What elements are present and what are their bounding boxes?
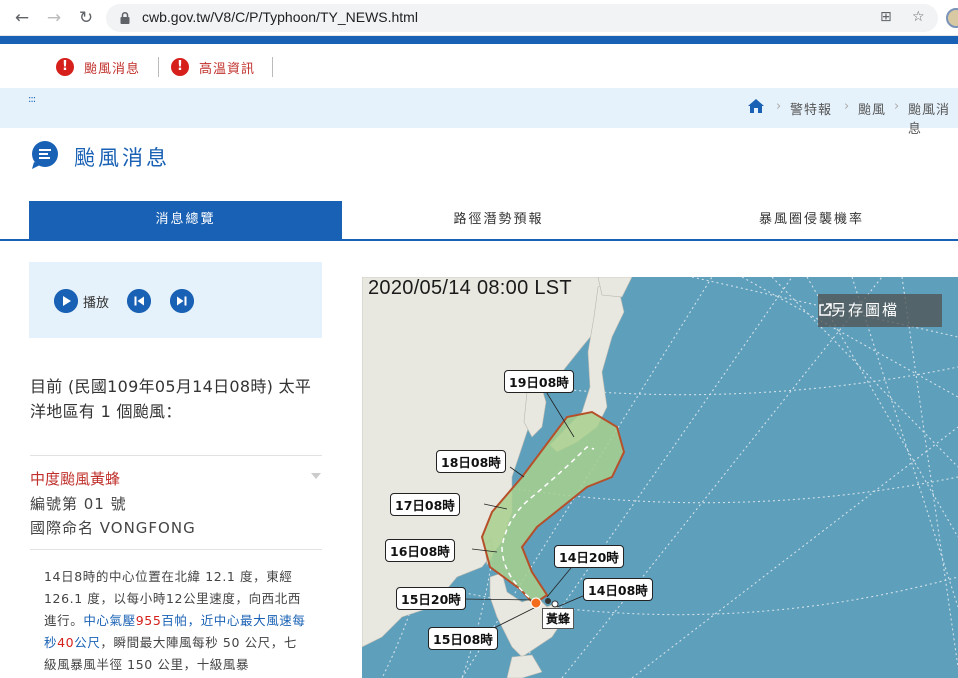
chevron-right-icon: ›: [776, 99, 782, 114]
track-label: 15日08時: [428, 627, 498, 650]
lock-icon: [120, 11, 130, 24]
play-icon[interactable]: [54, 289, 78, 313]
tab-bar: 消息總覽 路徑潛勢預報 暴風圈侵襲機率: [0, 201, 958, 241]
divider: [158, 57, 159, 77]
track-label: 16日08時: [385, 539, 455, 562]
track-label: 14日20時: [554, 545, 624, 568]
typhoon-map-label: 黃蜂: [542, 608, 575, 629]
map-canvas: [362, 277, 958, 678]
animation-player: 播放: [29, 262, 322, 338]
breadcrumb-bar: ::: › 警特報 › 颱風 › 颱風消息: [0, 88, 958, 137]
alert-bar: ! 颱風消息 ! 高溫資訊: [0, 44, 958, 88]
alert-label: 高溫資訊: [199, 61, 256, 77]
typhoon-number: 編號第 01 號: [30, 495, 127, 513]
warning-icon: !: [56, 58, 74, 76]
map-timestamp: 2020/05/14 08:00 LST: [368, 277, 572, 299]
address-bar[interactable]: cwb.gov.tw/V8/C/P/Typhoon/TY_NEWS.html ⊞…: [106, 4, 938, 32]
chevron-right-icon: ›: [844, 99, 850, 114]
typhoon-description: 14日8時的中心位置在北緯 12.1 度，東經 126.1 度，以每小時12公里…: [44, 566, 310, 676]
current-summary: 目前 (民國109年05月14日08時) 太平洋地區有 1 個颱風：: [30, 377, 312, 421]
track-label: 19日08時: [504, 370, 574, 393]
desc-pressure-unit: 百帕: [161, 613, 188, 628]
desc-pressure-value: 955: [135, 613, 162, 628]
chevron-right-icon: ›: [894, 99, 900, 114]
bookmark-star-icon[interactable]: ☆: [912, 9, 925, 25]
menu-dots-icon[interactable]: :::: [28, 94, 36, 105]
forward-icon[interactable]: →: [44, 8, 64, 28]
news-bubble-icon: [32, 141, 58, 169]
home-icon[interactable]: [747, 98, 765, 114]
track-label: 14日08時: [583, 578, 653, 601]
play-label[interactable]: 播放: [83, 292, 109, 311]
tab-overview[interactable]: 消息總覽: [29, 201, 342, 239]
desc-wind-unit: 公尺: [74, 635, 101, 650]
desc-pressure-label: 中心氣壓: [83, 613, 136, 628]
typhoon-intl-name: 國際命名 VONGFONG: [30, 519, 196, 537]
collapse-toggle-icon[interactable]: [311, 473, 321, 479]
warning-icon: !: [171, 58, 189, 76]
back-icon[interactable]: ←: [12, 8, 32, 28]
translate-icon[interactable]: ⊞: [880, 9, 892, 25]
track-label: 17日08時: [390, 493, 460, 516]
save-label: 另存圖檔: [831, 301, 900, 319]
tab-wind-probability[interactable]: 暴風圈侵襲機率: [655, 201, 958, 239]
desc-wind-value: 40: [57, 635, 75, 650]
breadcrumb-item[interactable]: 警特報: [790, 99, 832, 118]
next-frame-icon[interactable]: [170, 289, 194, 313]
divider: [30, 455, 322, 456]
browser-toolbar: ← → ↻ cwb.gov.tw/V8/C/P/Typhoon/TY_NEWS.…: [0, 0, 958, 36]
page-title: 颱風消息: [74, 146, 170, 170]
alert-heat-link[interactable]: ! 高溫資訊: [171, 57, 255, 77]
previous-frame-icon[interactable]: [127, 289, 151, 313]
profile-avatar[interactable]: [946, 8, 958, 28]
track-label: 18日08時: [436, 450, 506, 473]
breadcrumb-item: 颱風消息: [908, 103, 951, 137]
typhoon-name[interactable]: 中度颱風黃蜂: [30, 468, 120, 489]
alert-typhoon-link[interactable]: ! 颱風消息: [56, 57, 140, 77]
breadcrumb-item[interactable]: 颱風: [858, 99, 886, 118]
alert-label: 颱風消息: [84, 61, 141, 77]
reload-icon[interactable]: ↻: [76, 8, 96, 28]
site-top-bar: [0, 36, 958, 44]
divider: [30, 549, 322, 550]
track-label: 15日20時: [396, 587, 466, 610]
divider: [272, 57, 273, 77]
external-link-icon: [819, 303, 832, 316]
typhoon-track-map[interactable]: 2020/05/14 08:00 LST 另存圖檔 19日08時 18日08時 …: [362, 277, 958, 678]
save-image-button[interactable]: 另存圖檔: [818, 294, 942, 327]
url-text: cwb.gov.tw/V8/C/P/Typhoon/TY_NEWS.html: [142, 9, 418, 25]
tab-track-forecast[interactable]: 路徑潛勢預報: [342, 201, 655, 239]
